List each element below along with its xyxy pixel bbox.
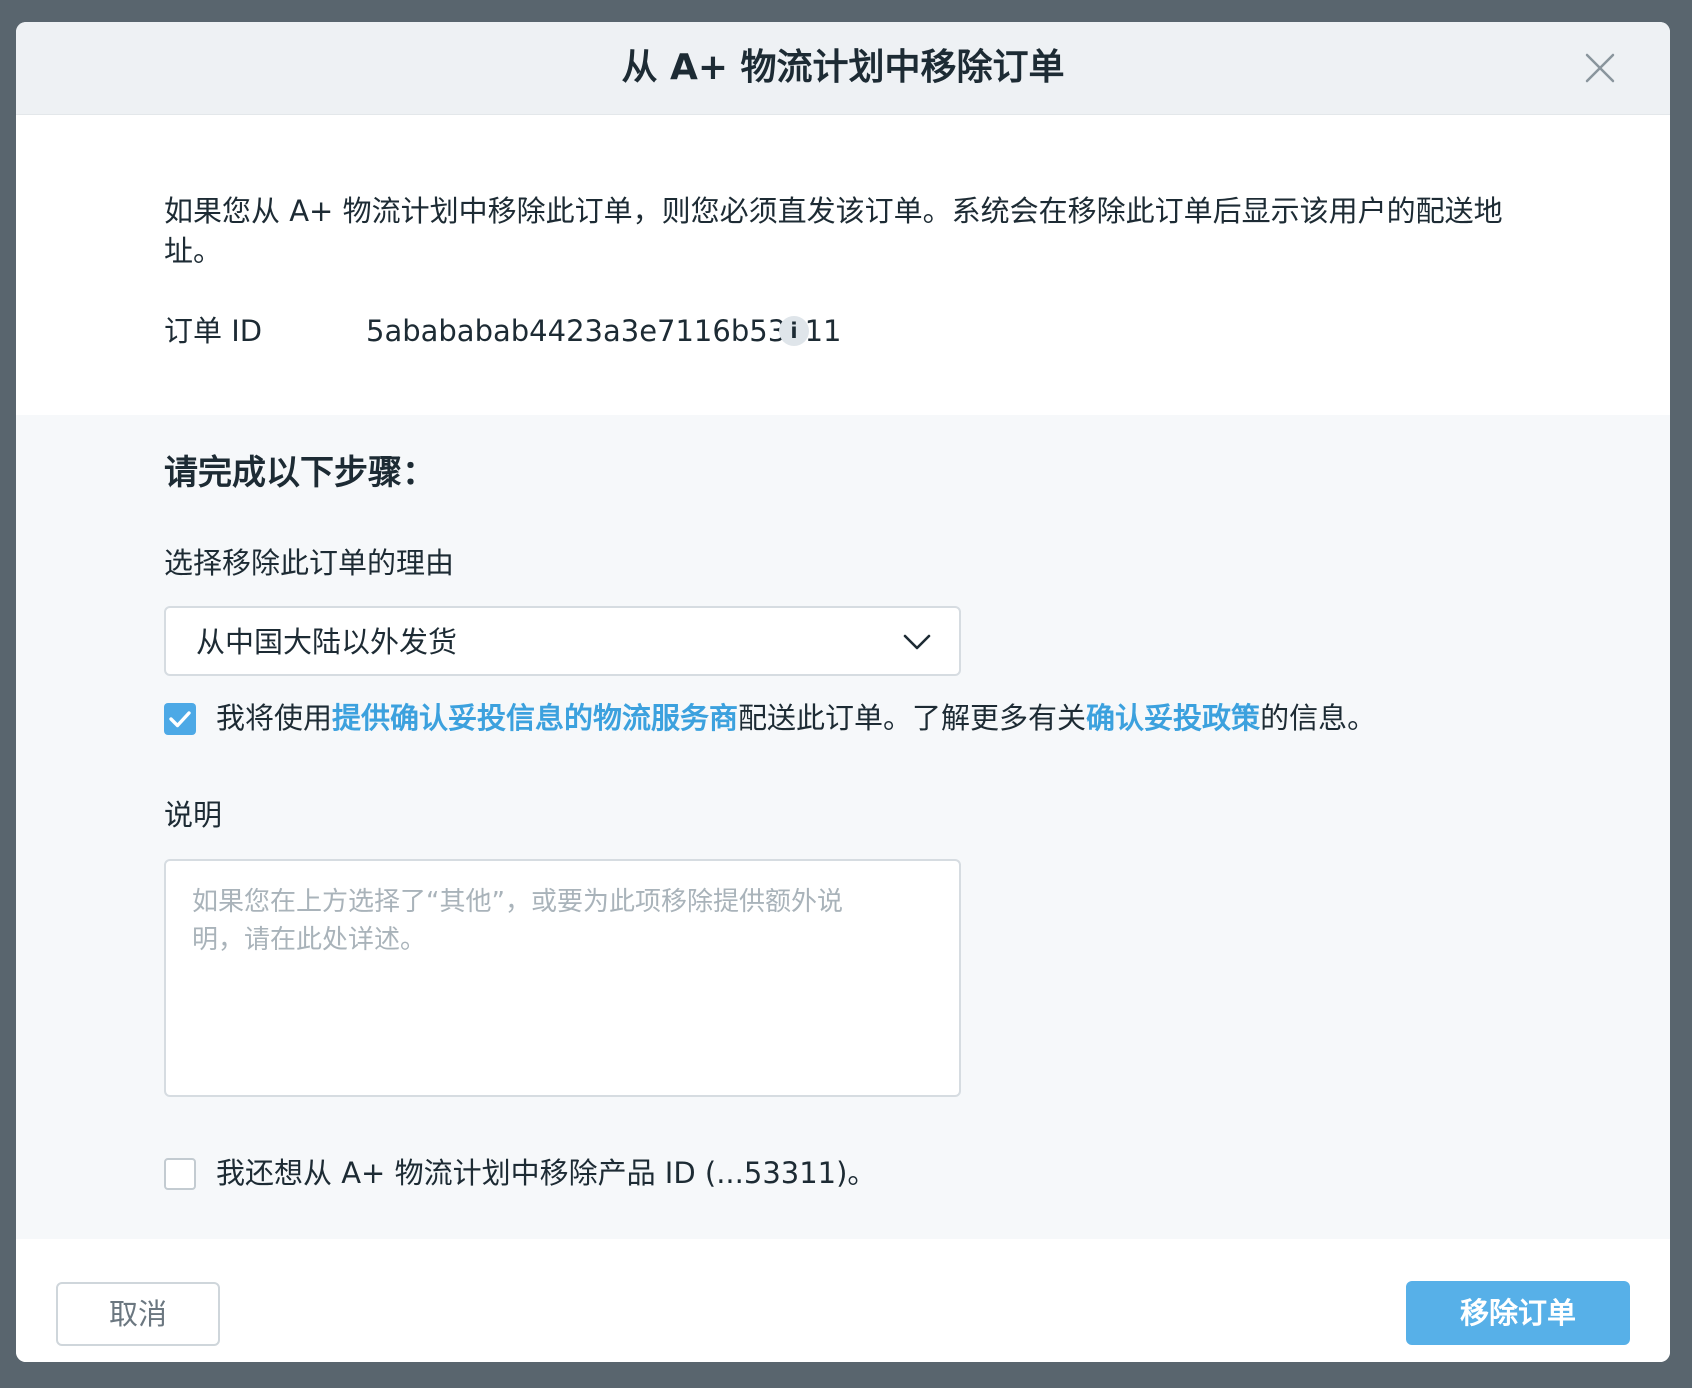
order-info-section: 如果您从 A+ 物流计划中移除此订单，则您必须直发该订单。系统会在移除此订单后显… bbox=[16, 115, 1670, 415]
confirm-middle: 配送此订单。了解更多有关 bbox=[738, 701, 1087, 735]
remove-product-checkbox[interactable] bbox=[164, 1158, 196, 1190]
confirm-suffix: 的信息。 bbox=[1260, 701, 1377, 735]
reason-label: 选择移除此订单的理由 bbox=[164, 546, 455, 580]
confirm-prefix: 我将使用 bbox=[216, 701, 333, 735]
reason-select-value: 从中国大陆以外发货 bbox=[196, 625, 458, 659]
intro-text: 如果您从 A+ 物流计划中移除此订单，则您必须直发该订单。系统会在移除此订单后显… bbox=[164, 194, 1503, 268]
delivery-policy-link[interactable]: 确认妥投政策 bbox=[1086, 701, 1260, 735]
remove-product-text: 我还想从 A+ 物流计划中移除产品 ID (...53311)。 bbox=[216, 1156, 877, 1190]
info-icon[interactable]: i bbox=[779, 316, 809, 346]
remove-order-button[interactable]: 移除订单 bbox=[1406, 1281, 1630, 1345]
checkmark-icon bbox=[169, 711, 191, 728]
dialog-header: 从 A+ 物流计划中移除订单 bbox=[16, 22, 1670, 115]
chevron-down-icon bbox=[903, 634, 931, 650]
confirm-carrier-text: 我将使用提供确认妥投信息的物流服务商配送此订单。了解更多有关确认妥投政策的信息。 bbox=[216, 698, 1376, 738]
notes-placeholder: 如果您在上方选择了“其他”，或要为此项移除提供额外说明，请在此处详述。 bbox=[192, 887, 843, 955]
dialog-title: 从 A+ 物流计划中移除订单 bbox=[621, 47, 1065, 88]
remove-order-dialog: 从 A+ 物流计划中移除订单 如果您从 A+ 物流计划中移除此订单，则您必须直发… bbox=[16, 22, 1670, 1362]
reason-select[interactable]: 从中国大陆以外发货 bbox=[164, 606, 961, 676]
order-id-label: 订单 ID bbox=[164, 314, 263, 348]
steps-section: 请完成以下步骤： 选择移除此订单的理由 从中国大陆以外发货 我将使用提供确认妥投… bbox=[16, 415, 1670, 1241]
notes-label: 说明 bbox=[164, 798, 223, 832]
order-id-value: 5abababab4423a3e7116b53311 bbox=[366, 314, 842, 348]
cancel-button[interactable]: 取消 bbox=[56, 1282, 220, 1346]
steps-heading: 请完成以下步骤： bbox=[164, 453, 436, 493]
confirm-carrier-checkbox[interactable] bbox=[164, 703, 196, 735]
notes-textarea[interactable]: 如果您在上方选择了“其他”，或要为此项移除提供额外说明，请在此处详述。 bbox=[164, 859, 961, 1097]
close-icon[interactable] bbox=[1582, 50, 1618, 86]
dialog-footer: 取消 移除订单 bbox=[16, 1239, 1670, 1362]
carrier-link[interactable]: 提供确认妥投信息的物流服务商 bbox=[332, 701, 738, 735]
